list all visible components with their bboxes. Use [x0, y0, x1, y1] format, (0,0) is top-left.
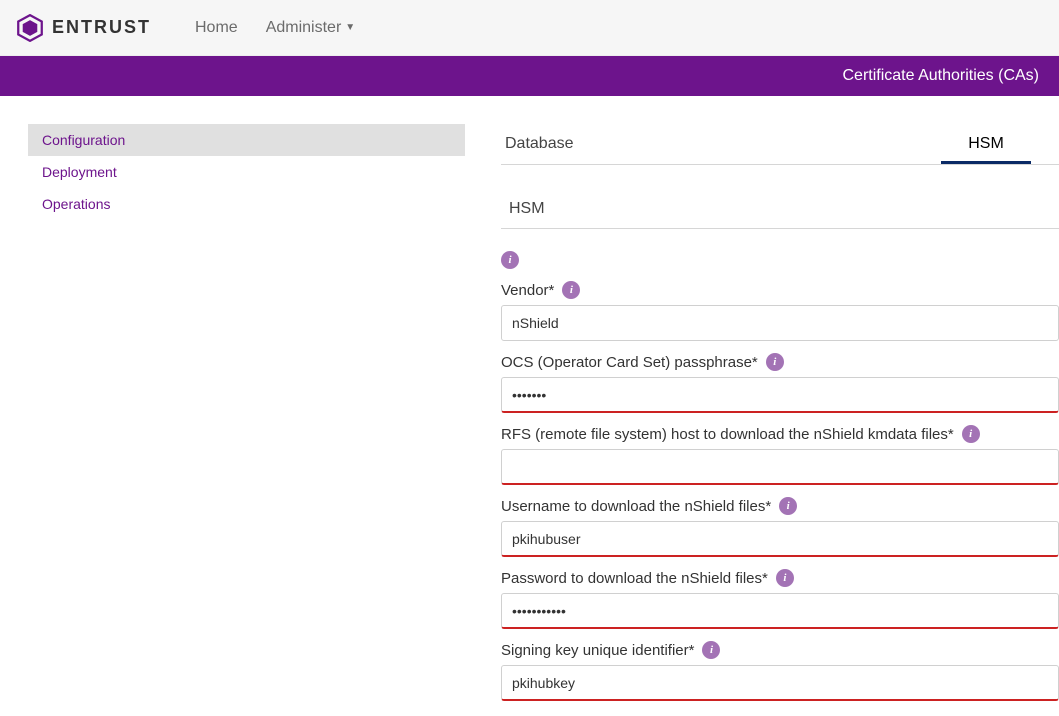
- info-icon[interactable]: i: [962, 425, 980, 443]
- rfs-label: RFS (remote file system) host to downloa…: [501, 425, 1059, 443]
- signing-key-input[interactable]: [501, 665, 1059, 701]
- info-icon[interactable]: i: [776, 569, 794, 587]
- caret-down-icon: ▼: [345, 22, 355, 33]
- tab-database[interactable]: Database: [501, 124, 941, 164]
- username-input[interactable]: [501, 521, 1059, 557]
- tabs: Database HSM: [501, 124, 1059, 165]
- info-icon[interactable]: i: [501, 251, 519, 269]
- brand-logo[interactable]: ENTRUST: [16, 14, 151, 42]
- nav-administer[interactable]: Administer▼: [252, 19, 369, 37]
- info-icon[interactable]: i: [562, 281, 580, 299]
- sidebar-item-deployment[interactable]: Deployment: [28, 156, 465, 188]
- brand-text: ENTRUST: [52, 17, 151, 38]
- top-nav: ENTRUST Home Administer▼: [0, 0, 1059, 56]
- rfs-host-input[interactable]: [501, 449, 1059, 485]
- sidebar-item-configuration[interactable]: Configuration: [28, 124, 465, 156]
- tab-hsm[interactable]: HSM: [941, 124, 1031, 164]
- password-input[interactable]: [501, 593, 1059, 629]
- ocs-label: OCS (Operator Card Set) passphrase*i: [501, 353, 1059, 371]
- info-icon[interactable]: i: [766, 353, 784, 371]
- vendor-label: Vendor*i: [501, 281, 1059, 299]
- info-icon[interactable]: i: [779, 497, 797, 515]
- username-label: Username to download the nShield files*i: [501, 497, 1059, 515]
- section-title: HSM: [509, 200, 545, 218]
- page-title: Certificate Authorities (CAs): [842, 67, 1039, 85]
- password-label: Password to download the nShield files*i: [501, 569, 1059, 587]
- page-title-bar: Certificate Authorities (CAs): [0, 56, 1059, 96]
- content-area: Database HSM HSM i Vendor*i OCS (Operato…: [465, 124, 1059, 711]
- sidebar: Configuration Deployment Operations: [0, 124, 465, 711]
- nav-home[interactable]: Home: [181, 19, 252, 37]
- section-header: HSM: [501, 189, 1059, 229]
- vendor-input[interactable]: [501, 305, 1059, 341]
- ocs-passphrase-input[interactable]: [501, 377, 1059, 413]
- sidebar-item-operations[interactable]: Operations: [28, 188, 465, 220]
- entrust-hex-icon: [16, 14, 44, 42]
- info-icon[interactable]: i: [702, 641, 720, 659]
- signing-key-label: Signing key unique identifier*i: [501, 641, 1059, 659]
